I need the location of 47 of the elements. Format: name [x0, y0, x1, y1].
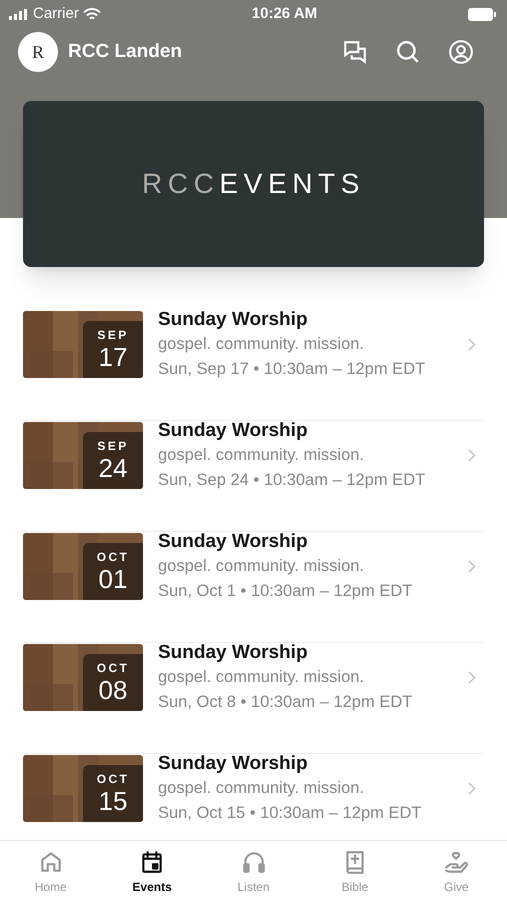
- search-icon[interactable]: [395, 39, 421, 65]
- event-title: Sunday Worship: [158, 752, 309, 776]
- event-day: 17: [98, 344, 128, 370]
- chevron-right-icon: [468, 560, 476, 573]
- church-logo: R: [18, 32, 58, 72]
- event-row[interactable]: OCT 01 Sunday Worship gospel. community. mission. Sun, Oct 1 • 10:30am – 12pm EDT: [23, 532, 484, 643]
- event-day: 08: [98, 677, 128, 703]
- tab-bar-item[interactable]: Events: [101, 841, 203, 900]
- event-day: 01: [98, 566, 128, 592]
- event-subtitle: gospel. community. mission.: [158, 667, 366, 688]
- event-month: SEP: [97, 440, 129, 452]
- event-row[interactable]: OCT 08 Sunday Worship gospel. community. mission. Sun, Oct 8 • 10:30am – 12pm EDT: [23, 643, 484, 754]
- event-row[interactable]: SEP 24 Sunday Worship gospel. community. mission. Sun, Sep 24 • 10:30am – 12pm EDT: [23, 421, 484, 532]
- event-subtitle: gospel. community. mission.: [158, 445, 366, 466]
- event-subtitle: gospel. community. mission.: [158, 778, 366, 799]
- chevron-right-icon: [468, 338, 476, 351]
- chevron-right-icon: [468, 782, 476, 795]
- profile-icon[interactable]: [448, 39, 474, 65]
- signal-icon: [9, 8, 29, 20]
- event-title: Sunday Worship: [158, 419, 309, 443]
- event-subtitle: gospel. community. mission.: [158, 334, 366, 355]
- event-time: Sun, Oct 15 • 10:30am – 12pm EDT: [158, 803, 422, 824]
- event-title: Sunday Worship: [158, 641, 309, 665]
- event-time: Sun, Sep 24 • 10:30am – 12pm EDT: [158, 470, 426, 491]
- carrier-label: Carrier: [33, 4, 79, 24]
- chevron-right-icon: [468, 671, 476, 684]
- chevron-right-icon: [468, 449, 476, 462]
- wifi-icon: [82, 8, 101, 20]
- hand-heart-icon: [443, 849, 470, 875]
- event-time: Sun, Oct 1 • 10:30am – 12pm EDT: [158, 581, 412, 602]
- event-month: SEP: [97, 329, 129, 341]
- battery-icon: [468, 8, 496, 20]
- event-title: Sunday Worship: [158, 530, 309, 554]
- status-time: 10:26 AM: [252, 4, 318, 24]
- event-time: Sun, Oct 8 • 10:30am – 12pm EDT: [158, 692, 412, 713]
- event-day: 15: [98, 788, 128, 814]
- event-day: 24: [98, 455, 128, 481]
- banner-title: RCC EVENTS: [142, 167, 366, 201]
- event-row[interactable]: SEP 17 Sunday Worship gospel. community. mission. Sun, Sep 17 • 10:30am – 12pm EDT: [23, 310, 484, 421]
- messages-icon[interactable]: [342, 39, 368, 65]
- church-name: RCC Landen: [68, 40, 182, 64]
- event-month: OCT: [96, 662, 130, 674]
- event-month: OCT: [96, 551, 130, 563]
- event-subtitle: gospel. community. mission.: [158, 556, 366, 577]
- event-month: OCT: [96, 773, 130, 785]
- event-time: Sun, Sep 17 • 10:30am – 12pm EDT: [158, 359, 426, 380]
- event-title: Sunday Worship: [158, 310, 309, 332]
